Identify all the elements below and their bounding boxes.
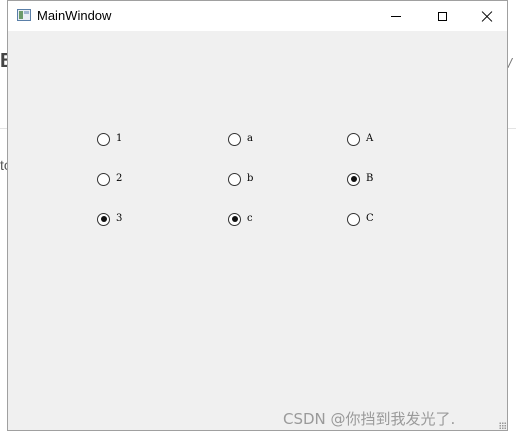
radio-indicator[interactable] xyxy=(97,212,110,226)
radio-label: 2 xyxy=(116,173,123,184)
radio-indicator[interactable] xyxy=(228,212,241,226)
radio-label: C xyxy=(366,213,374,224)
minimize-icon xyxy=(391,15,401,17)
resize-grip[interactable] xyxy=(499,422,506,429)
radio-option-b[interactable]: b xyxy=(228,172,253,186)
radio-indicator[interactable] xyxy=(347,172,360,186)
radio-label: 3 xyxy=(116,213,123,224)
radio-option-2[interactable]: 2 xyxy=(97,172,122,186)
radio-option-A-upper[interactable]: A xyxy=(347,132,373,146)
title-bar[interactable]: MainWindow xyxy=(8,1,507,31)
radio-label: A xyxy=(366,133,374,144)
radio-option-c[interactable]: c xyxy=(228,212,253,226)
radio-label: 1 xyxy=(116,133,123,144)
radio-indicator[interactable] xyxy=(347,212,360,226)
background-right-fragment: / xyxy=(508,55,512,71)
radio-label: B xyxy=(366,173,374,184)
window-title: MainWindow xyxy=(37,8,112,23)
radio-indicator[interactable] xyxy=(97,132,110,146)
maximize-button[interactable] xyxy=(419,1,465,31)
radio-option-a[interactable]: a xyxy=(228,132,253,146)
radio-indicator[interactable] xyxy=(228,132,241,146)
radio-option-C-upper[interactable]: C xyxy=(347,212,374,226)
radio-option-1[interactable]: 1 xyxy=(97,132,122,146)
app-icon xyxy=(17,9,31,21)
maximize-icon xyxy=(437,11,447,21)
close-icon xyxy=(481,10,493,22)
radio-label: a xyxy=(247,133,253,144)
radio-label: c xyxy=(247,213,253,224)
close-button[interactable] xyxy=(464,1,510,31)
radio-indicator[interactable] xyxy=(347,132,360,146)
radio-indicator[interactable] xyxy=(228,172,241,186)
minimize-button[interactable] xyxy=(373,1,419,31)
radio-option-B-upper[interactable]: B xyxy=(347,172,373,186)
watermark: CSDN @你挡到我发光了. xyxy=(283,410,456,428)
main-window: MainWindow 1 2 3 a b c A B C xyxy=(7,0,508,431)
radio-indicator[interactable] xyxy=(97,172,110,186)
radio-label: b xyxy=(247,173,254,184)
radio-option-3[interactable]: 3 xyxy=(97,212,122,226)
